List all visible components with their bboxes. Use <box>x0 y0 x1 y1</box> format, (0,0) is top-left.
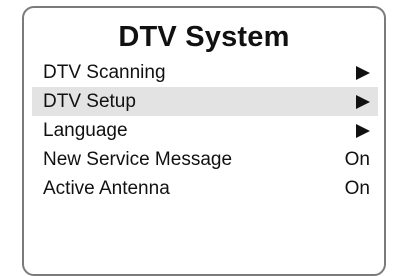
right-arrow-icon <box>356 66 370 80</box>
menu-title: DTV System <box>118 21 290 53</box>
menu-item-label: New Service Message <box>43 149 233 170</box>
menu-item-label: DTV Scanning <box>43 62 166 83</box>
menu-list: DTV Scanning DTV Setup Language New Serv… <box>32 58 378 203</box>
setting-value: On <box>344 178 370 199</box>
menu-item-language[interactable]: Language <box>32 116 378 145</box>
setting-value: On <box>344 149 370 170</box>
right-arrow-icon <box>356 95 370 109</box>
dtv-system-menu-panel: DTV System DTV Scanning DTV Setup Langua… <box>22 6 386 276</box>
menu-item-dtv-scanning[interactable]: DTV Scanning <box>32 58 378 87</box>
menu-item-label: Active Antenna <box>43 178 170 199</box>
menu-item-label: Language <box>43 120 128 141</box>
right-arrow-icon <box>356 124 370 138</box>
menu-item-label: DTV Setup <box>43 91 136 112</box>
menu-item-new-service-message[interactable]: New Service Message On <box>32 145 378 174</box>
menu-item-dtv-setup[interactable]: DTV Setup <box>32 87 378 116</box>
menu-item-active-antenna[interactable]: Active Antenna On <box>32 174 378 203</box>
